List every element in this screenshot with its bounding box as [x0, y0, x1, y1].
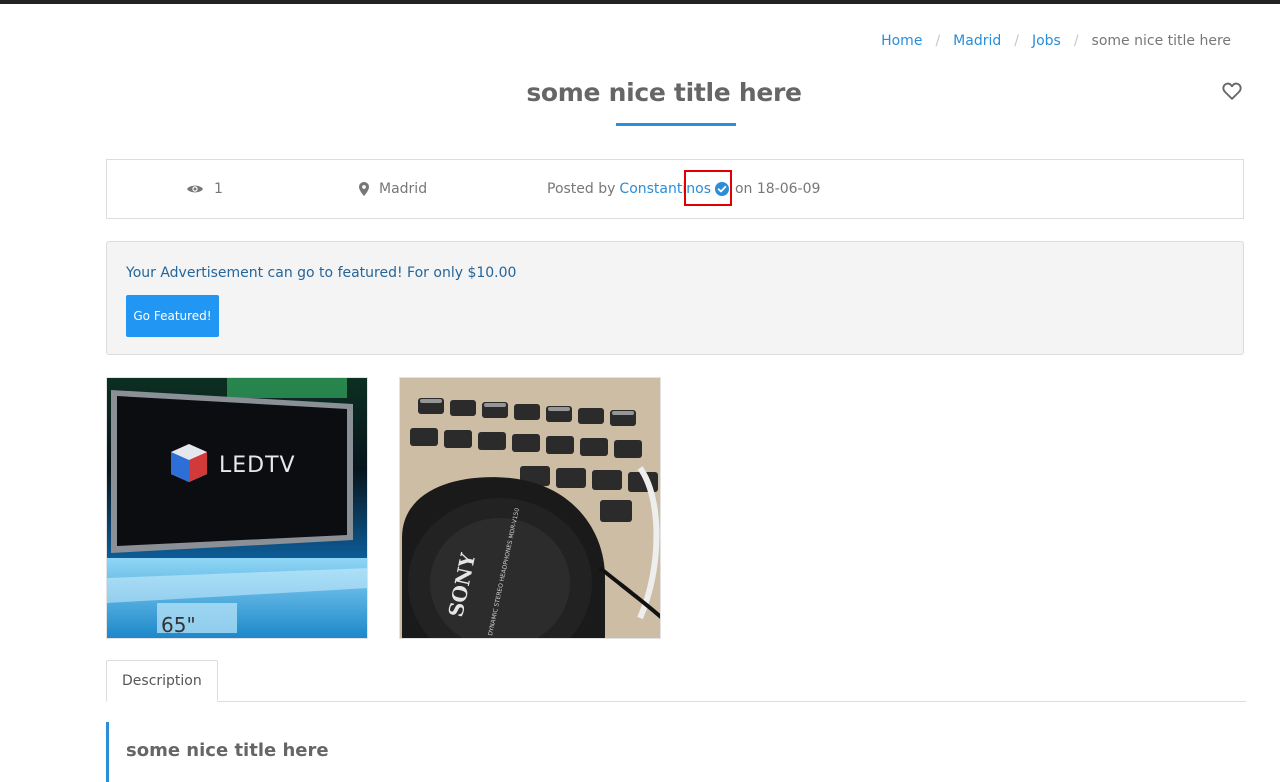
- breadcrumb-separator: /: [1014, 33, 1019, 49]
- breadcrumb: Home / Madrid / Jobs / some nice title h…: [881, 33, 1231, 49]
- gallery-image-tv[interactable]: LEDTV 65": [106, 377, 368, 639]
- tv-size-label: 65": [161, 613, 196, 637]
- views-count: 1: [186, 181, 223, 197]
- tab-description[interactable]: Description: [106, 660, 218, 702]
- go-featured-button[interactable]: Go Featured!: [126, 295, 219, 337]
- highlight-annotation: [684, 170, 732, 206]
- posted-date: on 18-06-09: [734, 181, 821, 197]
- headphones-image-art: SONY DYNAMIC STEREO HEADPHONES MDR-V150: [400, 378, 660, 638]
- location-value: Madrid: [379, 181, 428, 197]
- ad-location: Madrid: [359, 181, 427, 197]
- page-title: some nice title here: [526, 78, 802, 107]
- breadcrumb-separator: /: [935, 33, 941, 49]
- heart-outline-icon[interactable]: [1221, 80, 1243, 102]
- description-title: some nice title here: [126, 740, 329, 761]
- breadcrumb-madrid-link[interactable]: Madrid: [953, 33, 1001, 49]
- tv-caption: LEDTV: [219, 453, 296, 478]
- promo-text: Your Advertisement can go to featured! F…: [126, 265, 517, 281]
- description-section: some nice title here: [106, 722, 1249, 782]
- top-bar: [0, 0, 1280, 4]
- gallery-image-headphones[interactable]: SONY DYNAMIC STEREO HEADPHONES MDR-V150: [399, 377, 661, 639]
- breadcrumb-separator: /: [1073, 33, 1079, 49]
- views-value: 1: [214, 181, 223, 197]
- eye-icon: [186, 183, 204, 195]
- breadcrumb-current: some nice title here: [1091, 33, 1231, 49]
- ad-info-bar: 1 Madrid Posted by Constantinos on 18-06…: [106, 159, 1244, 219]
- featured-promo: Your Advertisement can go to featured! F…: [106, 241, 1244, 355]
- title-underline: [616, 123, 736, 126]
- tabs-bar: Description: [106, 660, 1246, 702]
- tv-image-art: LEDTV 65": [107, 378, 367, 638]
- map-marker-icon: [359, 182, 369, 196]
- posted-by-label: Posted by: [547, 181, 616, 197]
- breadcrumb-home-link[interactable]: Home: [881, 33, 922, 49]
- breadcrumb-jobs-link[interactable]: Jobs: [1032, 33, 1061, 49]
